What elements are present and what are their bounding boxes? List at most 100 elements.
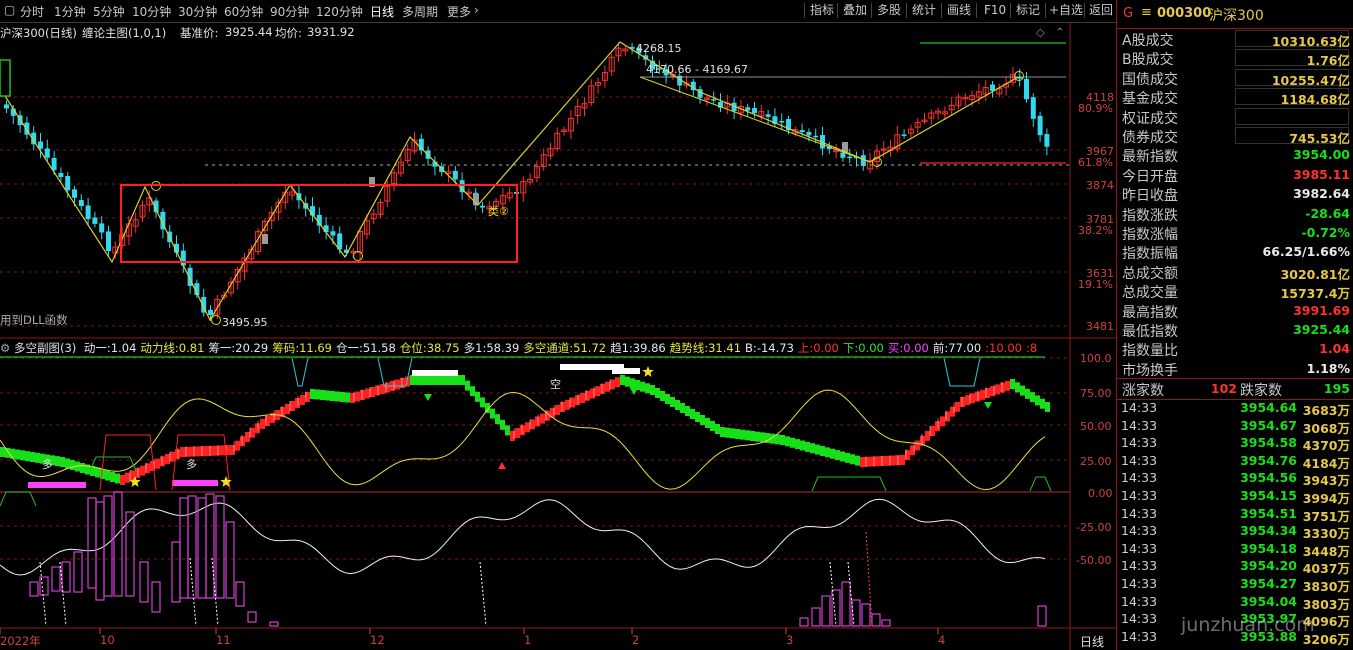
quote-row-label: 债券成交 (1122, 130, 1178, 146)
sub-indicator-value: 买:0.00 (888, 341, 929, 355)
quote-row-value: 3954.00 (1293, 147, 1350, 163)
trend-band-block (650, 385, 655, 395)
volume-histogram-bar (881, 619, 891, 627)
toolbar-divider (837, 3, 838, 18)
volume-histogram-bar (821, 595, 831, 627)
quote-row: 基金成交 1184.68亿 (1117, 87, 1353, 108)
quote-row-value: 3985.11 (1293, 166, 1350, 182)
trend-band-block (425, 375, 430, 385)
diamond-icon[interactable]: ◇ (1036, 25, 1045, 39)
trend-band-block (570, 397, 575, 408)
sub-indicator-value: 多空通道:51.72 (523, 341, 606, 355)
pct-label: 80.9% (1078, 102, 1113, 115)
collapse-icon[interactable]: ⌃ (1055, 25, 1065, 39)
bi-line (4, 41, 1019, 322)
pct-label: 38.2% (1078, 224, 1113, 237)
tick-price: 3954.58 (1240, 435, 1297, 451)
tick-row: 14:33 3954.20 4037万 (1117, 557, 1353, 576)
bi-point-marker (211, 315, 221, 325)
trend-band-block (720, 427, 725, 437)
kline-chart-canvas[interactable] (0, 22, 1116, 650)
quote-row-label: 指数振幅 (1122, 246, 1178, 263)
f10-button[interactable]: F10 (982, 2, 1008, 19)
trend-band-block (815, 444, 820, 455)
quote-row-label: 指数涨跌 (1122, 207, 1178, 224)
period-daily[interactable]: 日线 (370, 3, 394, 20)
quote-row: 最高指数 3991.69 (1117, 301, 1353, 321)
trend-band-block (35, 452, 40, 463)
x-axis-month: 4 (938, 633, 946, 647)
tick-price: 3954.18 (1240, 540, 1297, 556)
quote-row-value: -28.64 (1305, 205, 1350, 221)
add-favorite-button[interactable]: +自选 (1047, 2, 1085, 19)
settings-icon[interactable]: ⚙ (0, 341, 10, 355)
quote-row-label: B股成交 (1122, 52, 1174, 69)
stats-button[interactable]: 统计 (910, 2, 938, 19)
volume-histogram-bar (87, 497, 97, 589)
volume-histogram-bar (811, 607, 821, 627)
multi-stock-button[interactable]: 多股 (875, 2, 903, 19)
peak-cap (412, 370, 458, 376)
tick-row: 14:33 3954.64 3683万 (1117, 399, 1353, 418)
trend-band-block (840, 451, 845, 462)
period-more[interactable]: 更多 (447, 3, 471, 20)
period-5min[interactable]: 5分钟 (93, 3, 125, 20)
star-icon (220, 476, 232, 487)
quote-row-label: 权证成交 (1122, 110, 1178, 127)
trend-band-block (855, 455, 860, 466)
toolbar-divider (871, 3, 872, 18)
tick-time: 14:33 (1121, 435, 1158, 451)
mark-button[interactable]: 标记 (1014, 2, 1042, 19)
sub-value-number: 38.75 (426, 341, 460, 355)
volume-histogram-bar (197, 497, 207, 599)
period-90min[interactable]: 90分钟 (270, 3, 309, 20)
quote-row: 指数涨幅 -0.72% (1117, 223, 1353, 243)
class2-buy-marker: 类② (488, 205, 509, 218)
sub-indicator-value: 趋1:39.86 (610, 341, 666, 355)
candle-body (180, 250, 186, 266)
volume-histogram-bar (799, 617, 809, 627)
period-1min[interactable]: 1分钟 (54, 3, 86, 20)
quote-row-value: 1184.68亿 (1280, 92, 1350, 108)
trend-band-block (15, 449, 20, 460)
trend-band-block (795, 439, 800, 450)
indicator-button[interactable]: 指标 (808, 2, 836, 19)
back-button[interactable]: 返回 (1087, 2, 1115, 19)
x-axis-period[interactable]: 日线 (1080, 633, 1104, 650)
trend-band-block (440, 375, 445, 385)
period-30min[interactable]: 30分钟 (178, 3, 217, 20)
trend-band-block (760, 432, 765, 443)
sub-value-number: 8 (1029, 341, 1038, 355)
duo-marker: 多 (186, 458, 197, 471)
x-axis-month: 1 (524, 633, 532, 647)
up-count: 102 (1210, 381, 1237, 396)
quote-row: B股成交 1.76亿 (1117, 48, 1353, 69)
period-120min[interactable]: 120分钟 (316, 3, 363, 20)
tick-row: 14:33 3954.18 3448万 (1117, 540, 1353, 559)
tick-time: 14:33 (1121, 452, 1158, 468)
buy-zone (28, 482, 86, 488)
indicator-name[interactable]: 缠论主图(1,0,1) (82, 25, 166, 41)
menu-icon[interactable]: ≡ (1141, 5, 1152, 20)
period-10min[interactable]: 10分钟 (132, 3, 171, 20)
trend-band-block (170, 451, 175, 462)
x-axis-month: 12 (370, 633, 385, 647)
overlay-button[interactable]: 叠加 (841, 2, 869, 19)
period-multi[interactable]: 多周期 (402, 3, 438, 20)
trend-band-block (105, 470, 110, 481)
sub-indicator-value: 前:77.00 (933, 341, 981, 355)
candle-body (72, 189, 77, 198)
trend-band-block (955, 401, 960, 412)
draw-line-button[interactable]: 画线 (945, 2, 973, 19)
candle-body (4, 104, 9, 109)
trend-band-block (515, 428, 520, 439)
sub-indicator-name[interactable]: 多空副图(3) (14, 341, 76, 355)
trend-band-block (335, 391, 340, 402)
sub-value-label: 趋势线: (669, 341, 709, 355)
period-60min[interactable]: 60分钟 (224, 3, 263, 20)
checkbox-icon[interactable]: ▢ (4, 3, 15, 17)
volume-histogram-bar (861, 603, 871, 627)
trend-band-block (965, 395, 970, 406)
period-fenshi[interactable]: 分时 (20, 3, 44, 20)
x-axis-year: 2022年 (0, 634, 41, 648)
